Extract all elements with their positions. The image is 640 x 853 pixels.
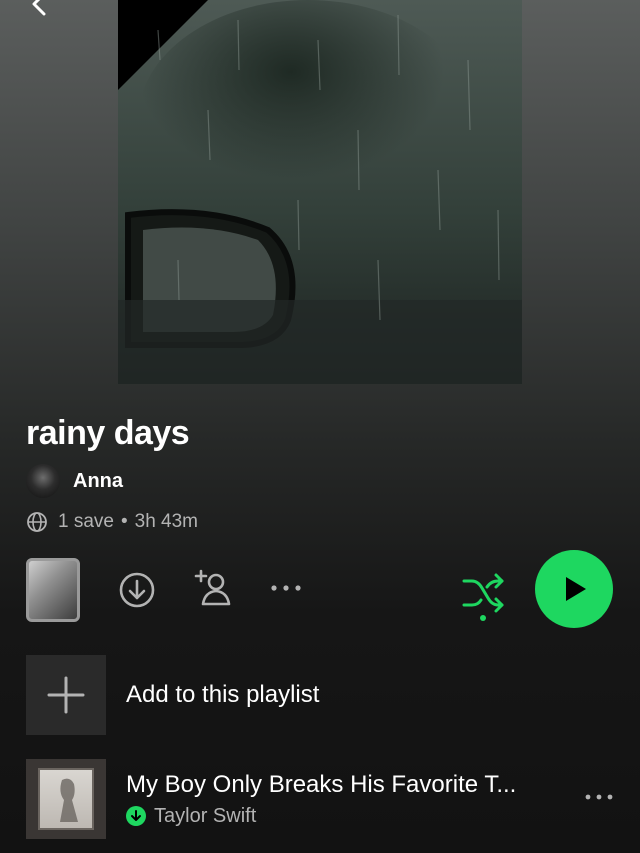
track-subtitle: Taylor Swift xyxy=(126,805,626,828)
plus-icon xyxy=(47,676,85,714)
playlist-screen: rainy days Anna 1 save • 3h 43m Add to t… xyxy=(0,0,640,853)
playlist-owner[interactable]: Anna xyxy=(26,464,123,498)
shuffle-button[interactable] xyxy=(460,570,508,622)
globe-icon xyxy=(26,511,48,533)
playlist-cover-image xyxy=(118,0,522,384)
chevron-left-icon xyxy=(32,0,46,16)
track-title: My Boy Only Breaks His Favorite T... xyxy=(126,770,517,798)
track-artwork xyxy=(26,759,106,839)
play-button[interactable] xyxy=(535,550,613,628)
track-artist[interactable]: Taylor Swift xyxy=(154,805,256,828)
track-row[interactable]: My Boy Only Breaks His Favorite T... Tay… xyxy=(26,759,626,839)
track-more-button[interactable] xyxy=(584,787,614,807)
preview-thumbnail[interactable] xyxy=(26,558,80,622)
track-info: My Boy Only Breaks His Favorite T... Tay… xyxy=(126,771,626,828)
back-button[interactable] xyxy=(22,0,58,22)
more-icon xyxy=(585,794,613,800)
downloaded-icon xyxy=(126,806,146,826)
more-icon xyxy=(271,585,301,591)
add-to-playlist-row[interactable]: Add to this playlist xyxy=(26,655,616,735)
add-to-playlist-label: Add to this playlist xyxy=(126,681,320,708)
playlist-meta: 1 save • 3h 43m xyxy=(26,509,198,535)
playlist-duration: 3h 43m xyxy=(134,511,199,532)
add-to-playlist-tile[interactable] xyxy=(26,655,106,735)
shuffle-icon xyxy=(462,573,504,621)
playlist-controls xyxy=(0,550,640,630)
add-user-icon xyxy=(194,569,231,606)
play-icon xyxy=(566,577,586,601)
owner-name[interactable]: Anna xyxy=(73,470,123,493)
more-options-button[interactable] xyxy=(266,576,306,600)
add-collaborator-button[interactable] xyxy=(192,566,236,610)
download-icon xyxy=(119,572,155,608)
meta-separator: • xyxy=(120,511,128,532)
playlist-title: rainy days xyxy=(26,414,190,452)
download-button[interactable] xyxy=(117,570,157,610)
saves-count: 1 save xyxy=(58,511,114,532)
owner-avatar[interactable] xyxy=(26,464,60,498)
